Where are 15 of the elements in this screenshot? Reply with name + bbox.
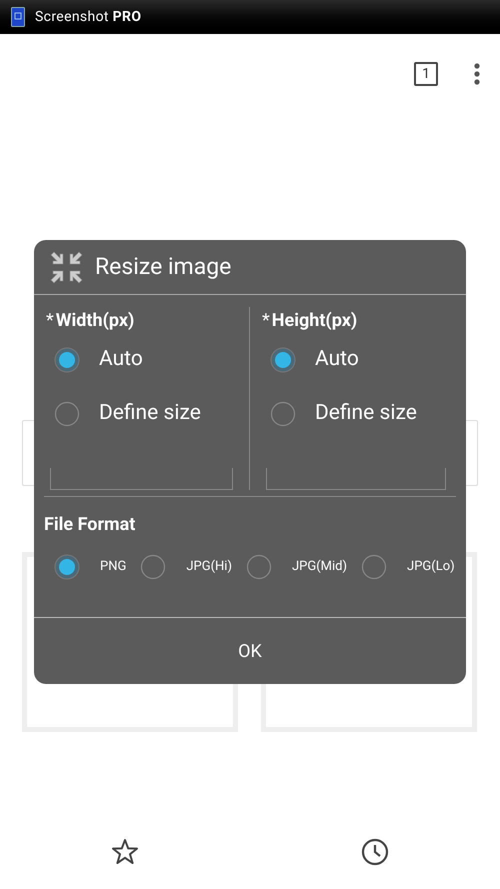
option-label: PNG [100,558,126,576]
option-label: Auto [315,346,359,374]
section-heading: File Format [44,514,136,535]
option-label: JPG(Mid) [292,558,348,576]
required-mark: * [46,308,54,332]
app-title: Screenshot PRO [35,8,142,26]
option-label: Define size [315,400,417,428]
field-label: Height(px) [272,308,358,332]
required-mark: * [262,308,270,332]
dialog-title: Resize image [95,252,232,282]
option-label: JPG(Hi) [186,558,232,576]
option-label: Auto [99,346,143,374]
field-label: Width(px) [56,308,134,332]
option-label: Define size [99,400,201,428]
option-label: JPG(Lo) [407,558,455,576]
